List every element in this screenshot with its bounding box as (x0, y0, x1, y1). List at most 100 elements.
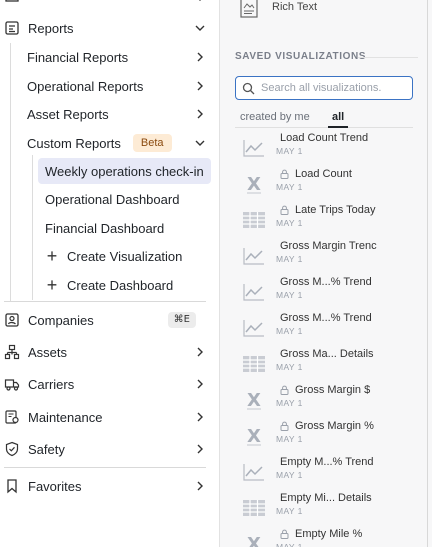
lock-icon (280, 529, 289, 539)
rich-text-widget[interactable]: Rich Text (240, 0, 317, 18)
sidebar-item-label: Asset Reports (27, 106, 109, 122)
line-chart-icon (242, 246, 266, 266)
companies-icon (4, 312, 20, 328)
keyboard-shortcut-badge: ⌘E (167, 312, 196, 328)
sidebar-item-label: Operational Reports (27, 78, 144, 94)
number-x-icon: X (242, 426, 266, 446)
visualization-name-text: Load Count (295, 168, 352, 180)
visualization-name: Gross M...% Trend (280, 276, 372, 288)
chevron-down-icon (194, 22, 206, 34)
visualization-date: MAY 1 (276, 506, 303, 516)
truck-icon (4, 376, 20, 392)
folder-icon (4, 0, 20, 4)
sidebar-item-label: Financial Reports (27, 49, 129, 65)
visualization-item[interactable]: Gross Margin Trenc MAY 1 (242, 240, 412, 276)
visualization-name-text: Gross Ma... Details (280, 348, 374, 360)
active-tab-indicator (328, 126, 348, 128)
table-icon (242, 354, 266, 374)
sidebar-item-asset-reports[interactable]: Asset Reports (27, 102, 210, 126)
sidebar-item-financial-dashboard[interactable]: Financial Dashboard (45, 216, 164, 240)
visualization-name: Late Trips Today (280, 204, 376, 216)
sidebar-item-custom-reports[interactable]: Custom Reports Beta (27, 131, 210, 155)
beta-badge: Beta (132, 134, 172, 152)
number-x-icon: X (242, 174, 266, 194)
tree-guide (10, 43, 11, 301)
chevron-right-icon (194, 378, 206, 390)
saved-visualizations-title: SAVED VISUALIZATIONS (235, 51, 367, 62)
rich-text-icon (240, 0, 258, 18)
line-chart-icon (242, 138, 266, 158)
sidebar-item-label: Custom Reports (27, 135, 121, 151)
chevron-right-icon (194, 346, 206, 358)
visualization-name-text: Gross M...% Trend (280, 276, 372, 288)
svg-text:X: X (247, 534, 261, 547)
sidebar-item-safety[interactable]: Safety (4, 437, 210, 461)
visualization-name: Empty Mile % (280, 528, 362, 540)
lock-icon (280, 169, 289, 179)
line-chart-icon (242, 282, 266, 302)
plus-icon: + (46, 246, 58, 266)
sidebar-nav: Reports Financial Reports Operational Re… (0, 0, 220, 547)
visualization-item[interactable]: Gross Ma... Details MAY 1 (242, 348, 412, 384)
chevron-right-icon (194, 443, 206, 455)
tab-all[interactable]: all (332, 111, 344, 123)
chevron-right-icon (194, 411, 206, 423)
visualization-name-text: Gross Margin % (295, 420, 374, 432)
visualization-tabs: created by me all (235, 108, 413, 128)
visualization-date: MAY 1 (276, 146, 303, 156)
visualization-item[interactable]: X Gross Margin $ MAY 1 (242, 384, 412, 420)
sidebar-item-carriers[interactable]: Carriers (4, 372, 210, 396)
chevron-right-icon (194, 108, 206, 120)
sidebar-item-label: Operational Dashboard (45, 191, 180, 207)
sidebar-item-reports[interactable]: Reports (4, 16, 210, 40)
search-input[interactable] (261, 82, 401, 94)
visualization-item[interactable]: Gross M...% Trend MAY 1 (242, 276, 412, 312)
sidebar-item-maintenance[interactable]: Maintenance (4, 405, 210, 429)
sidebar-item-weekly-check-in[interactable]: Weekly operations check-in (38, 158, 211, 184)
visualization-name-text: Gross Margin Trenc (280, 240, 377, 252)
visualization-item[interactable]: Gross M...% Trend MAY 1 (242, 312, 412, 348)
sidebar-item-label: Maintenance (28, 409, 103, 425)
sidebar-item-cutoff[interactable] (4, 0, 28, 8)
sidebar-item-financial-reports[interactable]: Financial Reports (27, 45, 210, 69)
sidebar-item-favorites[interactable]: Favorites (4, 474, 210, 498)
create-visualization-button[interactable]: + Create Visualization (45, 244, 183, 268)
visualization-item[interactable]: Empty Mi... Details MAY 1 (242, 492, 412, 528)
visualization-item[interactable]: Empty M...% Trend MAY 1 (242, 456, 412, 492)
tab-created-by-me[interactable]: created by me (240, 111, 310, 123)
visualization-name: Gross Margin % (280, 420, 374, 432)
visualization-date: MAY 1 (276, 290, 303, 300)
visualization-item[interactable]: X Empty Mile % MAY 1 (242, 528, 412, 547)
visualization-item[interactable]: Late Trips Today MAY 1 (242, 204, 412, 240)
shield-icon (4, 441, 20, 457)
svg-text:X: X (247, 390, 261, 410)
reports-icon (4, 20, 20, 36)
chevron-right-icon (194, 480, 206, 492)
visualization-name-text: Empty Mi... Details (280, 492, 372, 504)
rich-text-label: Rich Text (272, 1, 318, 13)
visualization-item[interactable]: Load Count Trend MAY 1 (242, 132, 412, 168)
chevron-right-icon (194, 51, 206, 63)
visualization-name: Gross M...% Trend (280, 312, 372, 324)
visualization-item[interactable]: X Load Count MAY 1 (242, 168, 412, 204)
visualization-date: MAY 1 (276, 182, 303, 192)
visualization-name-text: Gross Margin $ (295, 384, 371, 396)
sidebar-item-operational-dashboard[interactable]: Operational Dashboard (45, 187, 179, 211)
search-visualizations-field[interactable] (235, 76, 413, 100)
visualization-item[interactable]: X Gross Margin % MAY 1 (242, 420, 412, 456)
chevron-down-icon (194, 0, 206, 4)
visualization-date: MAY 1 (276, 398, 303, 408)
create-dashboard-button[interactable]: + Create Dashboard (45, 273, 174, 297)
sidebar-item-operational-reports[interactable]: Operational Reports (27, 74, 210, 98)
sidebar-item-assets[interactable]: Assets (4, 340, 210, 364)
visualization-name: Gross Margin $ (280, 384, 370, 396)
visualization-date: MAY 1 (276, 254, 303, 264)
visualization-date: MAY 1 (276, 542, 303, 547)
svg-text:X: X (247, 174, 261, 194)
chevron-down-icon (194, 137, 206, 149)
assets-icon (4, 344, 20, 360)
visualization-name: Empty Mi... Details (280, 492, 372, 504)
visualization-name: Gross Ma... Details (280, 348, 374, 360)
sidebar-item-companies[interactable]: Companies ⌘E (4, 308, 210, 332)
visualization-date: MAY 1 (276, 362, 303, 372)
